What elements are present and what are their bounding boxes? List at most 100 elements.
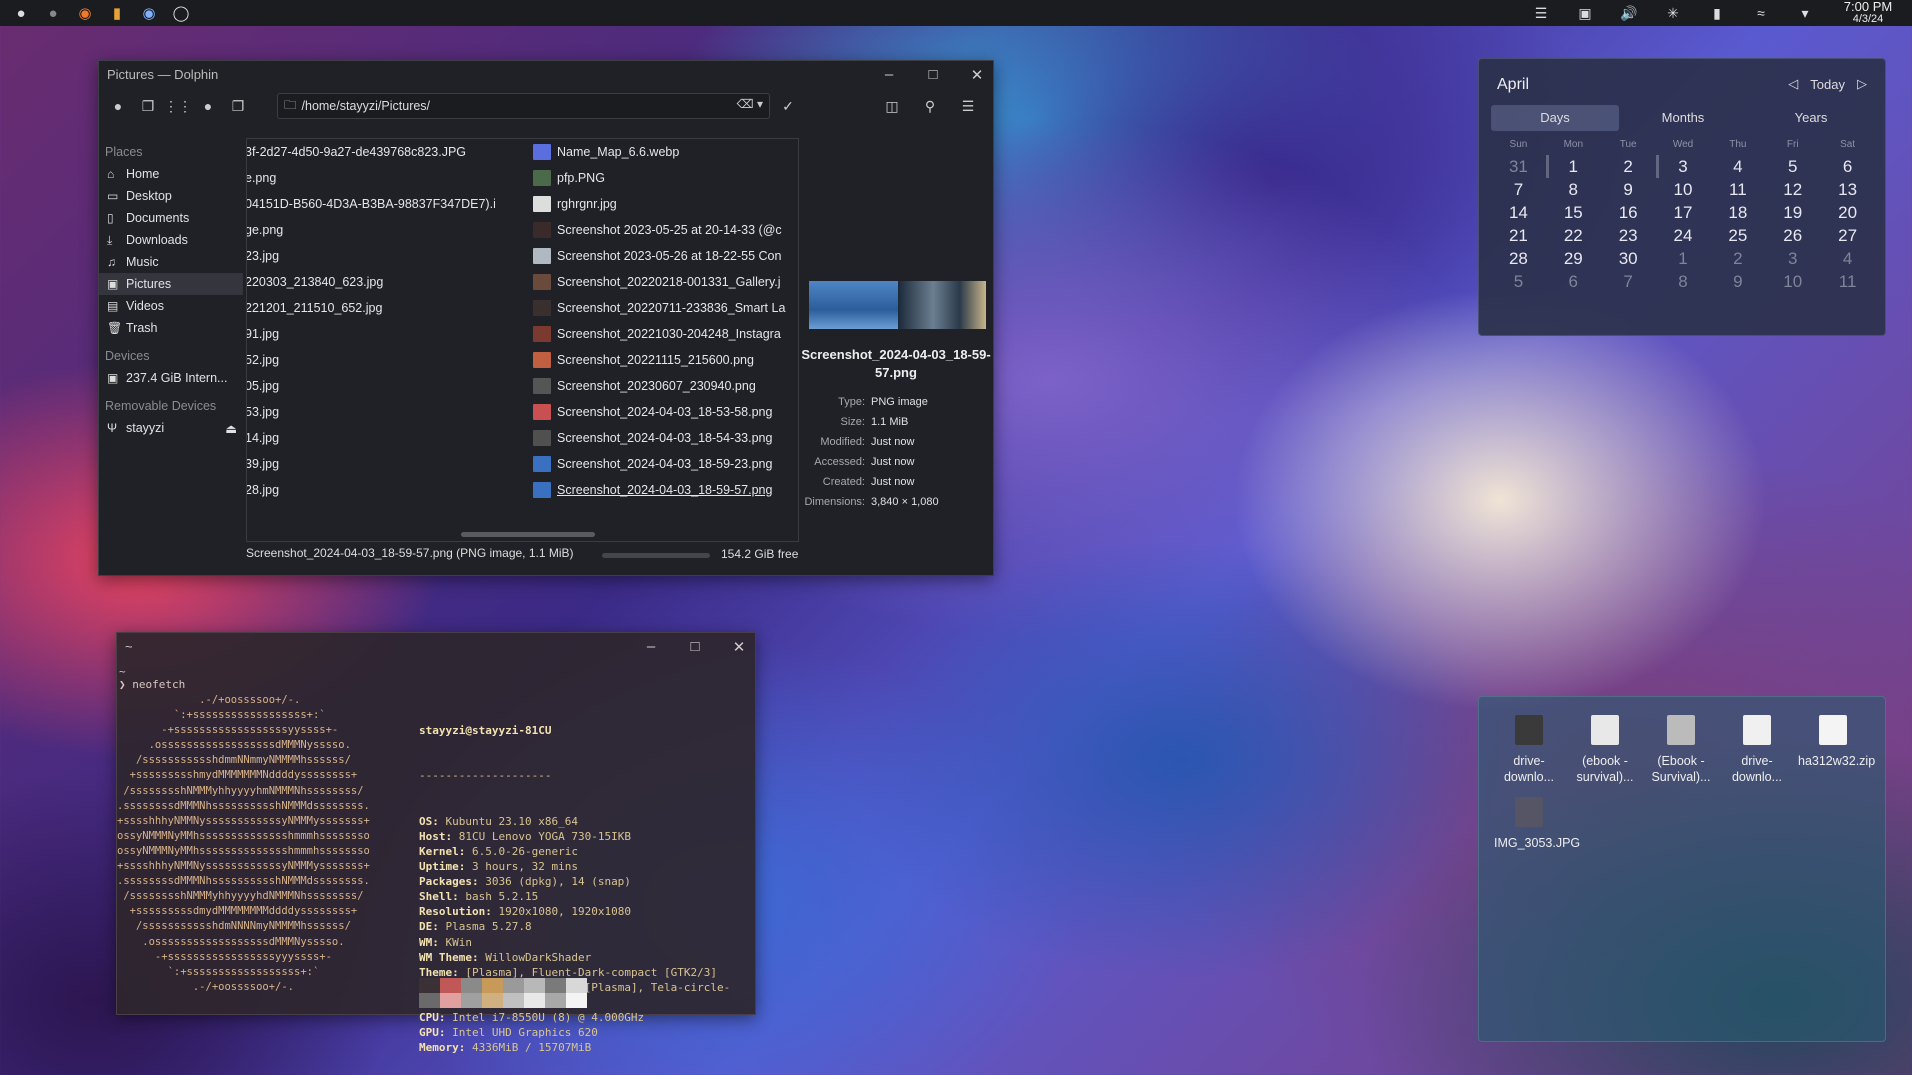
calendar-day[interactable]: 29 <box>1546 247 1601 270</box>
calendar-day[interactable]: 28 <box>1491 247 1546 270</box>
calendar-day[interactable]: 13 <box>1820 178 1875 201</box>
volume-icon[interactable]: 🔊 <box>1618 2 1640 24</box>
file-item[interactable]: 52.jpg <box>247 347 495 373</box>
sidebar-item-pictures[interactable]: ▣ Pictures <box>99 273 243 295</box>
maximize-button[interactable]: □ <box>923 66 943 83</box>
sidebar-item-videos[interactable]: ▤ Videos <box>99 295 243 317</box>
minimize-button[interactable]: – <box>641 638 661 655</box>
calendar-day[interactable]: 1 <box>1656 247 1711 270</box>
file-item[interactable]: Screenshot_20220711-233836_Smart La <box>533 295 798 321</box>
location-bar[interactable]: 🗀 /home/stayyzi/Pictures/ ⌫ ▾ <box>277 93 770 119</box>
calendar-day[interactable]: 2 <box>1710 247 1765 270</box>
calendar-day[interactable]: 11 <box>1710 178 1765 201</box>
calendar-day[interactable]: 3 <box>1656 155 1711 178</box>
calendar-day[interactable]: 7 <box>1491 178 1546 201</box>
calendar-day[interactable]: 7 <box>1601 270 1656 293</box>
file-item[interactable]: Name_Map_6.6.webp <box>533 139 798 165</box>
forward-icon[interactable]: ● <box>195 93 221 119</box>
desktop-file[interactable]: (ebook - survival)... <box>1570 715 1640 785</box>
minimize-button[interactable]: – <box>879 66 899 83</box>
calendar-day[interactable]: 4 <box>1820 247 1875 270</box>
dolphin-icon[interactable]: ◉ <box>138 2 160 24</box>
calendar-day[interactable]: 3 <box>1765 247 1820 270</box>
obs-icon[interactable]: ◯ <box>170 2 192 24</box>
split-copy-icon[interactable]: ❐ <box>225 93 251 119</box>
file-item[interactable]: Screenshot_20230607_230940.png <box>533 373 798 399</box>
close-button[interactable]: ✕ <box>967 66 987 84</box>
firefox-icon[interactable]: ◉ <box>74 2 96 24</box>
calendar-day[interactable]: 12 <box>1765 178 1820 201</box>
calendar-day[interactable]: 8 <box>1546 178 1601 201</box>
tab-months[interactable]: Months <box>1619 105 1747 131</box>
back-icon[interactable]: ● <box>105 93 131 119</box>
calendar-day[interactable]: 6 <box>1820 155 1875 178</box>
calendar-day[interactable]: 30 <box>1601 247 1656 270</box>
file-item[interactable]: Screenshot 2023-05-25 at 20-14-33 (@c <box>533 217 798 243</box>
calendar-day[interactable]: 22 <box>1546 224 1601 247</box>
device-item[interactable]: ▣ 237.4 GiB Intern... <box>99 367 243 389</box>
today-button[interactable]: Today <box>1810 77 1845 92</box>
calendar-day[interactable]: 5 <box>1491 270 1546 293</box>
file-item[interactable]: Screenshot_2024-04-03_18-59-57.png <box>533 477 798 503</box>
clear-path-icon[interactable]: ⌫ ▾ <box>737 97 763 111</box>
panel-icon[interactable]: ☰ <box>1530 2 1552 24</box>
desktop-file[interactable]: IMG_3053.JPG <box>1494 797 1580 851</box>
calendar-day[interactable]: 24 <box>1656 224 1711 247</box>
file-item[interactable]: 53.jpg <box>247 399 495 425</box>
calendar-day[interactable]: 25 <box>1710 224 1765 247</box>
split-view-icon[interactable]: ◫ <box>879 93 905 119</box>
calendar-day[interactable]: 26 <box>1765 224 1820 247</box>
tab-years[interactable]: Years <box>1747 105 1875 131</box>
file-item[interactable]: Screenshot_2024-04-03_18-54-33.png <box>533 425 798 451</box>
calendar-day[interactable]: 18 <box>1710 201 1765 224</box>
file-item[interactable]: 23.jpg <box>247 243 495 269</box>
calendar-day[interactable]: 9 <box>1601 178 1656 201</box>
file-item[interactable]: Screenshot 2023-05-26 at 18-22-55 Con <box>533 243 798 269</box>
file-item[interactable]: Screenshot_20220218-001331_Gallery.j <box>533 269 798 295</box>
calendar-day[interactable]: 17 <box>1656 201 1711 224</box>
chevron-down-icon[interactable]: ▾ <box>1794 2 1816 24</box>
calendar-day[interactable]: 11 <box>1820 270 1875 293</box>
terminal-icon[interactable]: ▮ <box>106 2 128 24</box>
confirm-icon[interactable]: ✓ <box>775 93 801 119</box>
file-item[interactable]: Screenshot_20221115_215600.png <box>533 347 798 373</box>
file-item[interactable]: rghrgnr.jpg <box>533 191 798 217</box>
calendar-day[interactable]: 10 <box>1765 270 1820 293</box>
horizontal-scrollbar[interactable] <box>461 532 595 537</box>
calendar-day[interactable]: 8 <box>1656 270 1711 293</box>
icons-view-icon[interactable]: ⋮⋮ <box>164 93 192 119</box>
bluetooth-icon[interactable]: ✳ <box>1662 2 1684 24</box>
terminal-content[interactable]: ~ ❯ neofetch .-/+oossssoo+/-. `:+sssssss… <box>117 661 757 1054</box>
calendar-day[interactable]: 15 <box>1546 201 1601 224</box>
file-item[interactable]: pfp.PNG <box>533 165 798 191</box>
prev-month-icon[interactable]: ◁ <box>1788 76 1798 92</box>
file-item[interactable]: Screenshot_2024-04-03_18-53-58.png <box>533 399 798 425</box>
search-icon[interactable]: ⚲ <box>917 93 943 119</box>
calendar-day[interactable]: 31 <box>1491 155 1546 178</box>
file-item[interactable]: 14.jpg <box>247 425 495 451</box>
calendar-day[interactable]: 20 <box>1820 201 1875 224</box>
sidebar-item-home[interactable]: ⌂ Home <box>99 163 243 185</box>
file-item[interactable]: Screenshot_2024-04-03_18-59-23.png <box>533 451 798 477</box>
calendar-day[interactable]: 5 <box>1765 155 1820 178</box>
file-item[interactable]: 04151D-B560-4D3A-B3BA-98837F347DE7).ico <box>247 191 495 217</box>
terminal-titlebar[interactable]: ~ – □ ✕ <box>117 633 755 660</box>
user-icon[interactable]: ● <box>10 2 32 24</box>
file-item[interactable]: Screenshot_20221030-204248_Instagra <box>533 321 798 347</box>
file-item[interactable]: 05.jpg <box>247 373 495 399</box>
calendar-day[interactable]: 1 <box>1546 155 1601 178</box>
calendar-day[interactable]: 23 <box>1601 224 1656 247</box>
sidebar-item-documents[interactable]: ▯ Documents <box>99 207 243 229</box>
tab-days[interactable]: Days <box>1491 105 1619 131</box>
battery-icon[interactable]: ▮ <box>1706 2 1728 24</box>
clipboard-icon[interactable]: ▣ <box>1574 2 1596 24</box>
desktop-file[interactable]: drive-downlo... <box>1494 715 1564 785</box>
menu-icon[interactable]: ☰ <box>955 93 981 119</box>
next-month-icon[interactable]: ▷ <box>1857 76 1867 92</box>
close-button[interactable]: ✕ <box>729 638 749 656</box>
file-item[interactable]: 28.jpg <box>247 477 495 503</box>
dark-circle-icon[interactable]: ● <box>42 2 64 24</box>
sidebar-item-desktop[interactable]: ▭ Desktop <box>99 185 243 207</box>
file-item[interactable]: e.png <box>247 165 495 191</box>
desktop-file[interactable]: ha312w32.zip <box>1798 715 1875 769</box>
